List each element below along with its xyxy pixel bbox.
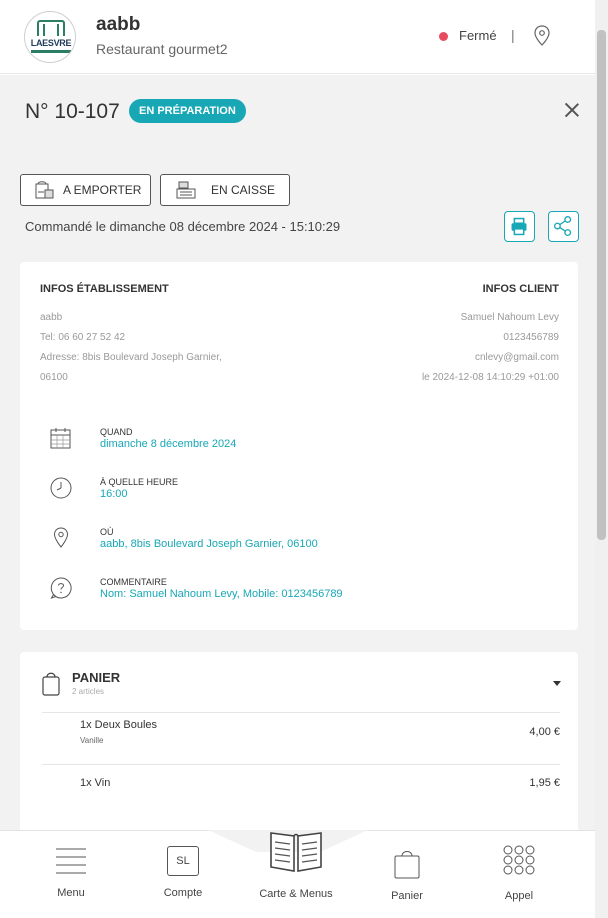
order-timestamp: Commandé le dimanche 08 décembre 2024 - … <box>25 219 341 234</box>
share-icon <box>553 216 572 237</box>
when-value: dimanche 8 décembre 2024 <box>100 438 237 450</box>
cart-item-price: 1,95 € <box>529 777 560 789</box>
opening-status: Fermé <box>459 28 497 43</box>
chevron-down-icon[interactable] <box>553 681 561 686</box>
cart-card: PANIER 2 articles 1x Deux Boules Vanille… <box>20 652 578 842</box>
nav-menu[interactable]: Menu <box>36 831 106 918</box>
client-date: le 2024-12-08 14:10:29 +01:00 <box>421 372 559 383</box>
establishment-heading: INFOS ÉTABLISSEMENT <box>40 283 169 295</box>
client-name: Samuel Nahoum Levy <box>460 312 559 323</box>
restaurant-logo[interactable]: LAESVRE <box>24 11 76 63</box>
establishment-name: aabb <box>40 312 63 323</box>
bottom-navigation: Menu SL Compte Carte & Menus Panier Appe… <box>0 830 595 918</box>
clock-icon <box>50 477 72 499</box>
print-button[interactable] <box>504 211 535 242</box>
cash-register-tag-label: EN CAISSE <box>211 183 276 197</box>
shopping-bag-icon <box>42 672 60 696</box>
app-header: LAESVRE aabb Restaurant gourmet2 Fermé | <box>0 0 595 74</box>
cart-item: 1x Vin 1,95 € <box>42 764 560 816</box>
comment-value: Nom: Samuel Nahoum Levy, Mobile: 0123456… <box>100 588 343 600</box>
logo-text: LAESVRE <box>30 38 72 48</box>
status-badge: EN PRÉPARATION <box>129 99 246 123</box>
location-value: aabb, 8bis Boulevard Joseph Garnier, 061… <box>100 538 318 550</box>
cart-item-name: 1x Vin <box>80 777 111 789</box>
establishment-phone: Tel: 06 60 27 52 42 <box>40 332 126 343</box>
location-icon <box>53 527 69 548</box>
cart-item-name: 1x Deux Boules <box>80 719 158 731</box>
calendar-icon <box>50 428 71 449</box>
cart-count: 2 articles <box>72 687 105 696</box>
cash-register-tag-button[interactable]: EN CAISSE <box>160 174 290 206</box>
logo-bar <box>31 50 71 53</box>
client-email: cnlevy@gmail.com <box>474 352 559 363</box>
comment-label: COMMENTAIRE <box>100 577 167 587</box>
question-icon <box>50 577 72 599</box>
nav-carte-menus-label: Carte & Menus <box>259 888 333 900</box>
account-initials-icon: SL <box>167 846 199 876</box>
when-label: QUAND <box>100 427 133 437</box>
printer-icon <box>511 217 527 236</box>
order-info-card: INFOS ÉTABLISSEMENT INFOS CLIENT aabb Te… <box>20 262 578 630</box>
cart-item-price: 4,00 € <box>529 726 560 738</box>
status-dot <box>439 32 448 41</box>
nav-menu-label: Menu <box>57 887 85 899</box>
cart-item: 1x Deux Boules Vanille 4,00 € <box>42 712 560 764</box>
nav-account[interactable]: SL Compte <box>148 831 218 918</box>
dial-pad-icon <box>503 845 535 875</box>
location-label: OÙ <box>100 527 114 537</box>
client-phone: 0123456789 <box>503 332 559 343</box>
close-button[interactable] <box>562 100 582 120</box>
hamburger-icon <box>56 848 86 874</box>
shopping-bag-icon <box>394 851 420 879</box>
cash-register-icon <box>176 181 196 199</box>
open-book-icon <box>270 832 322 872</box>
share-button[interactable] <box>548 211 579 242</box>
header-separator: | <box>511 27 515 43</box>
cart-item-option: Vanille <box>80 736 104 745</box>
order-number: N° 10-107 <box>25 100 120 123</box>
nav-appel-label: Appel <box>504 890 534 902</box>
time-value: 16:00 <box>100 488 128 500</box>
establishment-address: Adresse: 8bis Boulevard Joseph Garnier, <box>40 352 222 363</box>
nav-appel[interactable]: Appel <box>484 831 554 918</box>
nav-account-label: Compte <box>163 887 203 899</box>
cart-title: PANIER <box>72 670 121 685</box>
client-heading: INFOS CLIENT <box>482 283 559 295</box>
shop-name: aabb <box>96 14 141 35</box>
shop-subtitle: Restaurant gourmet2 <box>96 41 228 57</box>
time-label: À QUELLE HEURE <box>100 477 179 487</box>
map-pin-icon[interactable] <box>533 25 551 47</box>
takeaway-tag-button[interactable]: A EMPORTER <box>20 174 151 206</box>
scrollbar-thumb[interactable] <box>597 30 606 540</box>
takeaway-bag-icon <box>35 181 54 199</box>
nav-carte-menus[interactable]: Carte & Menus <box>246 831 346 918</box>
nav-panier[interactable]: Panier <box>372 831 442 918</box>
nav-panier-label: Panier <box>391 890 423 902</box>
establishment-postcode: 06100 <box>40 372 68 383</box>
takeaway-tag-label: A EMPORTER <box>63 183 142 197</box>
building-logo-shape <box>43 24 59 36</box>
